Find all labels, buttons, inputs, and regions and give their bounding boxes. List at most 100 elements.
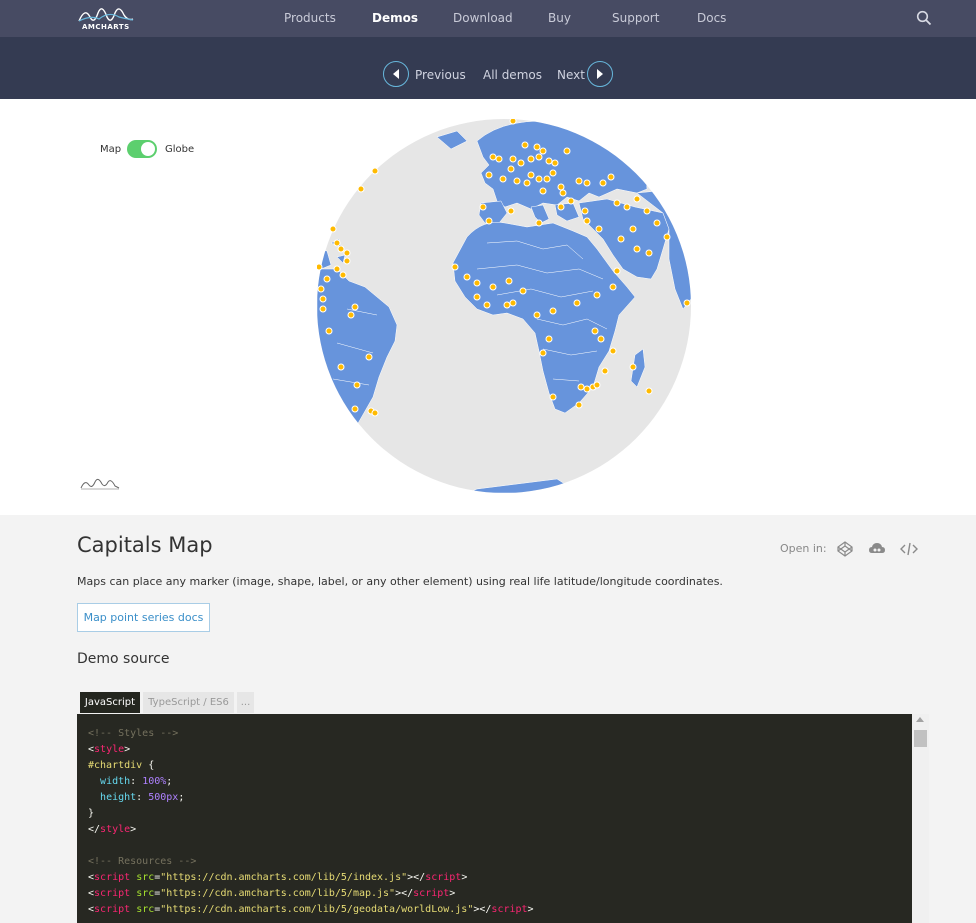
capital-marker[interactable]: [613, 267, 621, 275]
capital-marker[interactable]: [319, 305, 327, 313]
capital-marker[interactable]: [519, 287, 527, 295]
capital-marker[interactable]: [517, 159, 525, 167]
capital-marker[interactable]: [663, 233, 671, 241]
capital-marker[interactable]: [617, 235, 625, 243]
capital-marker[interactable]: [351, 303, 359, 311]
capital-marker[interactable]: [597, 335, 605, 343]
capital-marker[interactable]: [347, 311, 355, 319]
capital-marker[interactable]: [539, 147, 547, 155]
capital-marker[interactable]: [535, 219, 543, 227]
tab-javascript[interactable]: JavaScript: [80, 692, 140, 713]
capital-marker[interactable]: [319, 295, 327, 303]
capital-marker[interactable]: [343, 249, 351, 257]
capital-marker[interactable]: [601, 367, 609, 375]
tab-typescript[interactable]: TypeScript / ES6: [143, 692, 234, 713]
capital-marker[interactable]: [371, 167, 379, 175]
capital-marker[interactable]: [507, 165, 515, 173]
capital-marker[interactable]: [499, 175, 507, 183]
capital-marker[interactable]: [357, 185, 365, 193]
capital-marker[interactable]: [609, 347, 617, 355]
code-icon[interactable]: [900, 540, 918, 558]
capital-marker[interactable]: [549, 307, 557, 315]
capital-marker[interactable]: [609, 283, 617, 291]
capital-marker[interactable]: [329, 225, 337, 233]
nav-item-demos[interactable]: Demos: [372, 11, 418, 25]
nav-item-download[interactable]: Download: [453, 11, 513, 25]
capital-marker[interactable]: [451, 263, 459, 271]
previous-button[interactable]: [383, 61, 409, 87]
capital-marker[interactable]: [535, 153, 543, 161]
capital-marker[interactable]: [339, 271, 347, 279]
capital-marker[interactable]: [533, 143, 541, 151]
capital-marker[interactable]: [325, 327, 333, 335]
capital-marker[interactable]: [473, 279, 481, 287]
capital-marker[interactable]: [629, 225, 637, 233]
capital-marker[interactable]: [583, 179, 591, 187]
previous-link[interactable]: Previous: [415, 68, 466, 82]
capital-marker[interactable]: [527, 155, 535, 163]
nav-item-buy[interactable]: Buy: [548, 11, 571, 25]
capital-marker[interactable]: [653, 219, 661, 227]
capital-marker[interactable]: [343, 257, 351, 265]
capital-marker[interactable]: [485, 217, 493, 225]
capital-marker[interactable]: [645, 249, 653, 257]
capital-marker[interactable]: [549, 169, 557, 177]
capital-marker[interactable]: [683, 299, 691, 307]
capital-marker[interactable]: [483, 301, 491, 309]
capital-marker[interactable]: [573, 299, 581, 307]
capital-marker[interactable]: [545, 335, 553, 343]
capital-marker[interactable]: [479, 203, 487, 211]
capital-marker[interactable]: [317, 263, 323, 271]
capital-marker[interactable]: [557, 203, 565, 211]
capital-marker[interactable]: [509, 155, 517, 163]
tab-more[interactable]: ...: [237, 692, 254, 713]
capital-marker[interactable]: [543, 175, 551, 183]
capital-marker[interactable]: [521, 141, 529, 149]
nav-item-support[interactable]: Support: [612, 11, 659, 25]
capital-marker[interactable]: [513, 177, 521, 185]
capital-marker[interactable]: [509, 299, 517, 307]
capital-marker[interactable]: [323, 275, 331, 283]
capital-marker[interactable]: [593, 381, 601, 389]
capital-marker[interactable]: [507, 207, 515, 215]
capital-marker[interactable]: [509, 119, 517, 125]
capital-marker[interactable]: [503, 301, 511, 309]
capital-marker[interactable]: [583, 385, 591, 393]
capital-marker[interactable]: [545, 157, 553, 165]
capital-marker[interactable]: [333, 239, 341, 247]
capital-marker[interactable]: [581, 207, 589, 215]
capital-marker[interactable]: [559, 189, 567, 197]
search-icon[interactable]: [916, 10, 932, 26]
capital-marker[interactable]: [583, 217, 591, 225]
capital-marker[interactable]: [633, 195, 641, 203]
capital-marker[interactable]: [623, 203, 631, 211]
capital-marker[interactable]: [593, 291, 601, 299]
next-button[interactable]: [587, 61, 613, 87]
capital-marker[interactable]: [353, 381, 361, 389]
capital-marker[interactable]: [505, 277, 513, 285]
next-link[interactable]: Next: [557, 68, 585, 82]
capital-marker[interactable]: [535, 175, 543, 183]
codepen-icon[interactable]: [836, 540, 854, 558]
capital-marker[interactable]: [533, 311, 541, 319]
capital-marker[interactable]: [575, 177, 583, 185]
capital-marker[interactable]: [591, 327, 599, 335]
capital-marker[interactable]: [473, 293, 481, 301]
capital-marker[interactable]: [539, 187, 547, 195]
capital-marker[interactable]: [463, 273, 471, 281]
map-globe-toggle[interactable]: [127, 140, 157, 158]
capital-marker[interactable]: [523, 179, 531, 187]
capital-marker[interactable]: [643, 207, 651, 215]
nav-item-products[interactable]: Products: [284, 11, 336, 25]
capital-marker[interactable]: [629, 363, 637, 371]
capital-marker[interactable]: [645, 387, 653, 395]
capital-marker[interactable]: [317, 285, 325, 293]
capital-marker[interactable]: [595, 225, 603, 233]
amcharts-watermark-icon[interactable]: [80, 476, 120, 492]
scroll-up-icon[interactable]: [916, 717, 924, 722]
capital-marker[interactable]: [495, 155, 503, 163]
capital-marker[interactable]: [539, 349, 547, 357]
capital-marker[interactable]: [613, 199, 621, 207]
capital-marker[interactable]: [577, 383, 585, 391]
capital-marker[interactable]: [575, 401, 583, 409]
